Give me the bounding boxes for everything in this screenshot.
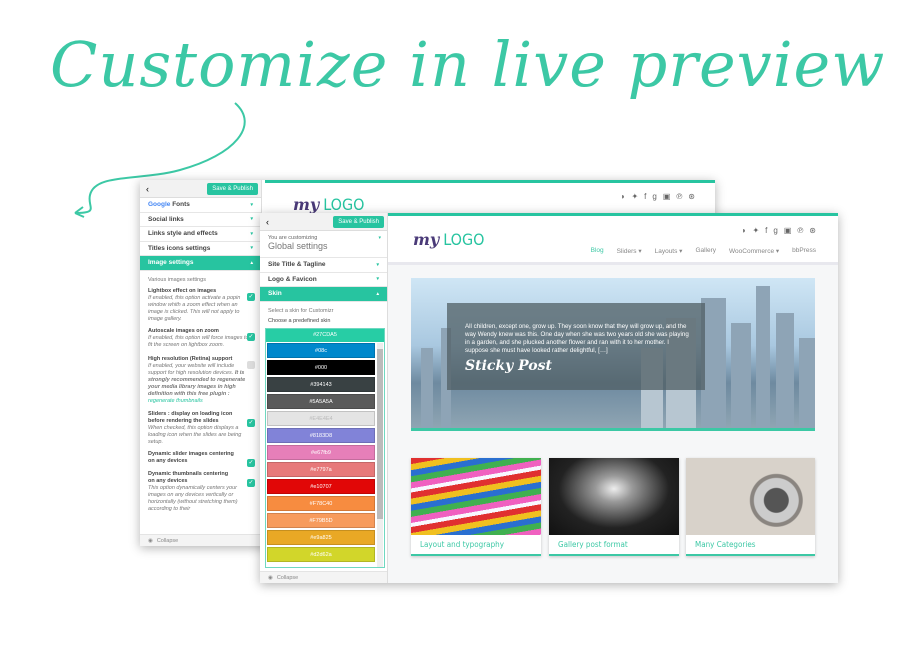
section-titles-icons[interactable]: Titles icons settings ▾ [140,242,261,256]
back-sidebar: ‹ Save & Publish Google Fonts ▾ Social lin… [140,180,262,546]
section-logo-favicon[interactable]: Logo & Favicon ▾ [260,273,387,287]
rss-icon[interactable]: ◗ [621,192,626,201]
washing-machines-image [686,458,815,535]
section-intro: Various images settings [148,276,206,283]
headline: Customize in live preview [50,28,886,101]
pinterest-icon[interactable]: ℗ [797,226,803,235]
section-links-style[interactable]: Links style and effects ▾ [140,227,261,242]
hero-title[interactable]: Sticky Post [465,358,693,374]
nav-woocommerce[interactable]: WooCommerce ▾ [729,247,779,255]
collapse-icon: ◉ [268,574,273,581]
option-retina: High resolution (Retina) support If enabl… [140,356,261,406]
save-publish-button[interactable]: Save & Publish [333,215,384,228]
nav-blog[interactable]: Blog [591,247,604,255]
skin-intro: Select a skin for Customizr [268,307,334,314]
thumbnail-centering-checkbox[interactable]: ✓ [247,478,255,487]
hero-slider[interactable]: All children, except one, grow up. They … [411,278,815,431]
collapse-icon: ◉ [148,537,153,544]
section-site-title[interactable]: Site Title & Tagline ▾ [260,258,387,273]
card-many-categories[interactable]: Many Categories [686,458,815,556]
hero-excerpt: All children, except one, grow up. They … [465,323,689,355]
section-social-links[interactable]: Social links ▾ [140,213,261,227]
customizing-header: You are customizing Global settings ▾ [260,231,387,258]
nav-sliders[interactable]: Sliders ▾ [617,247,642,255]
skin-option[interactable]: #F78C40 [267,496,375,511]
main-nav: Blog Sliders ▾ Layouts ▾ Gallery WooComm… [591,247,816,255]
hero-caption: All children, except one, grow up. They … [447,303,705,390]
twitter-icon[interactable]: ✦ [631,192,638,201]
nav-layouts[interactable]: Layouts ▾ [655,247,683,255]
train-station-image [549,458,679,535]
pinterest-icon[interactable]: ℗ [676,192,682,201]
skin-option[interactable]: #08c [267,343,375,358]
skin-option[interactable]: #394143 [267,377,375,392]
skin-option[interactable]: #5A5A5A [267,394,375,409]
autoscale-checkbox[interactable]: ✓ [247,333,255,342]
option-slider-centering: ✓ Dynamic slider images centering on any … [148,451,255,468]
google-plus-icon[interactable]: g [773,226,777,235]
card-gallery-post[interactable]: Gallery post format [549,458,679,556]
option-slider-loading: ✓ Sliders : display on loading icon befor… [148,410,255,446]
skin-option[interactable]: #d2d62a [267,547,375,562]
collapse-button[interactable]: ◉ Collapse [140,534,261,546]
slider-loading-checkbox[interactable]: ✓ [247,418,255,427]
skin-select-value[interactable]: #27CDA5 [266,329,384,342]
back-social-icons: ◗ ✦ f g ▣ ℗ ⊛ [621,192,695,201]
google-plus-icon[interactable]: g [652,192,656,201]
front-preview-header: my LOGO ◗ ✦ f g ▣ ℗ ⊛ Blog Sliders ▾ Layouts ▾ … [388,213,838,265]
back-arrow-icon[interactable]: ‹ [266,217,269,227]
skin-option[interactable]: #F79B5D [267,513,375,528]
pencils-image [411,458,541,535]
skin-option[interactable]: #000 [267,360,375,375]
dribbble-icon[interactable]: ⊛ [809,226,816,235]
option-autoscale: ✓ Autoscale images on zoom If enabled, thi… [148,328,255,349]
regenerate-thumbnails-link[interactable]: regenerate thumbnails [148,398,203,404]
card-layout-typography[interactable]: Layout and typography [411,458,541,556]
lightbox-checkbox[interactable]: ✓ [247,292,255,301]
front-logo: my LOGO [413,230,485,249]
skin-option[interactable]: #e9a825 [267,530,375,545]
retina-checkbox[interactable] [247,360,255,369]
back-preview-header: my LOGO ◗ ✦ f g ▣ ℗ ⊛ [265,180,715,215]
save-publish-button[interactable]: Save & Publish [207,182,258,195]
facebook-icon[interactable]: f [644,192,646,201]
skin-option[interactable]: #8183D8 [267,428,375,443]
skin-option[interactable]: #e7797a [267,462,375,477]
facebook-icon[interactable]: f [765,226,767,235]
section-image-settings[interactable]: Image settings ▴ [140,256,261,271]
skin-option[interactable]: #E4E4E4 [267,411,375,426]
skin-option[interactable]: #e67fb9 [267,445,375,460]
nav-bbpress[interactable]: bbPress [792,247,816,255]
front-social-icons: ◗ ✦ f g ▣ ℗ ⊛ [742,226,816,235]
nav-gallery[interactable]: Gallery [695,247,716,255]
slider-centering-checkbox[interactable]: ✓ [247,459,255,468]
twitter-icon[interactable]: ✦ [752,226,759,235]
section-google-fonts[interactable]: Google Fonts ▾ [140,198,261,213]
collapse-button[interactable]: ◉ Collapse [260,571,387,583]
back-arrow-icon[interactable]: ‹ [146,184,149,194]
skin-label: Choose a predefined skin [268,317,331,324]
instagram-icon[interactable]: ▣ [784,226,792,235]
dropdown-scrollbar[interactable] [377,343,383,567]
dribbble-icon[interactable]: ⊛ [688,192,695,201]
option-thumbnail-centering: ✓ Dynamic thumbnails centering on any dev… [148,470,255,513]
skin-option[interactable]: #e10707 [267,479,375,494]
instagram-icon[interactable]: ▣ [663,192,671,201]
back-logo: my LOGO [293,195,365,214]
option-lightbox: ✓ Lightbox effect on images If enabled, th… [148,287,255,323]
section-skin[interactable]: Skin ▴ [260,287,387,302]
rss-icon[interactable]: ◗ [742,226,747,235]
